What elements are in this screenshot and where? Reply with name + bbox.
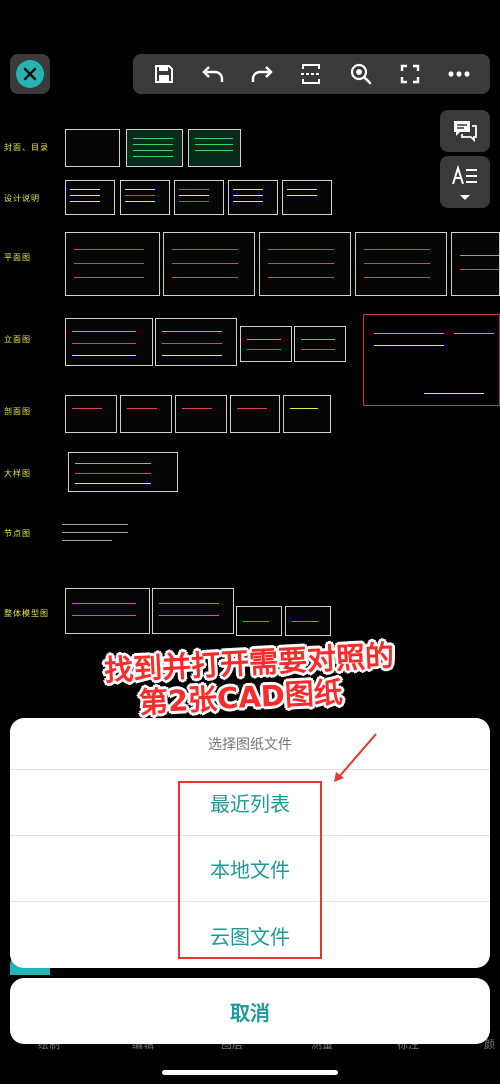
redo-button[interactable] [244, 56, 280, 92]
row-label-detail: 大样图 [4, 469, 31, 478]
zoom-icon [350, 63, 372, 85]
cad-sheet[interactable] [188, 129, 241, 167]
cad-sheet[interactable] [294, 326, 346, 362]
cad-sheet[interactable] [65, 129, 120, 167]
cad-sheet[interactable] [65, 395, 117, 433]
redo-icon [252, 66, 273, 82]
fullscreen-icon [400, 64, 420, 84]
home-indicator [162, 1070, 338, 1075]
fullscreen-button[interactable] [392, 56, 428, 92]
sheet-title: 选择图纸文件 [10, 718, 490, 770]
more-button[interactable] [441, 56, 477, 92]
arrow-annotation [334, 733, 377, 782]
cad-sheet[interactable] [240, 326, 292, 362]
cad-sheet[interactable] [230, 395, 280, 433]
row-label-node: 节点图 [4, 529, 31, 538]
cad-sheet[interactable] [68, 452, 178, 492]
cad-sheet[interactable] [228, 180, 278, 215]
row-label-plan: 平面图 [4, 253, 31, 262]
row-label-model: 整体模型图 [4, 609, 49, 618]
cad-sheet[interactable] [175, 395, 227, 433]
cad-sheet-group[interactable] [363, 314, 500, 406]
cad-sheet[interactable] [285, 606, 331, 636]
cad-sheet[interactable] [163, 232, 255, 296]
bottom-tab-bar [0, 1044, 500, 1084]
cancel-button[interactable]: 取消 [10, 978, 490, 1044]
cad-sheet[interactable] [126, 129, 183, 167]
more-icon [448, 71, 470, 77]
cad-sheet[interactable] [451, 232, 500, 296]
highlight-box [178, 781, 322, 959]
cad-sheet[interactable] [283, 395, 331, 433]
cad-sheet[interactable] [120, 395, 172, 433]
fit-width-icon [301, 64, 322, 84]
close-icon [16, 60, 44, 88]
cad-sheet[interactable] [174, 180, 224, 215]
cad-sheet[interactable] [259, 232, 351, 296]
cad-sheet[interactable] [152, 588, 234, 634]
row-label-cover: 封面、目录 [4, 143, 49, 152]
drawing-canvas[interactable]: 封面、目录 设计说明 平面图 立面图 剖面图 大样图 节点图 整体模型图 [0, 100, 500, 720]
row-label-notes: 设计说明 [4, 194, 40, 203]
fit-width-button[interactable] [293, 56, 329, 92]
save-icon [154, 65, 173, 83]
cad-sheet[interactable] [65, 318, 153, 366]
cad-sheet[interactable] [236, 606, 282, 636]
cad-sheet[interactable] [65, 180, 115, 215]
top-toolbar [133, 54, 490, 94]
close-button[interactable] [10, 54, 50, 94]
cad-sheet[interactable] [65, 588, 150, 634]
cad-sheet[interactable] [355, 232, 447, 296]
save-button[interactable] [146, 56, 182, 92]
zoom-button[interactable] [343, 56, 379, 92]
cad-sheet[interactable] [65, 232, 160, 296]
cad-sheet[interactable] [62, 520, 142, 544]
undo-icon [202, 66, 224, 82]
cad-sheet[interactable] [155, 318, 237, 366]
cad-sheet[interactable] [282, 180, 332, 215]
row-label-section: 剖面图 [4, 407, 31, 416]
row-label-elevation: 立面图 [4, 335, 31, 344]
cad-sheet[interactable] [120, 180, 170, 215]
undo-button[interactable] [195, 56, 231, 92]
